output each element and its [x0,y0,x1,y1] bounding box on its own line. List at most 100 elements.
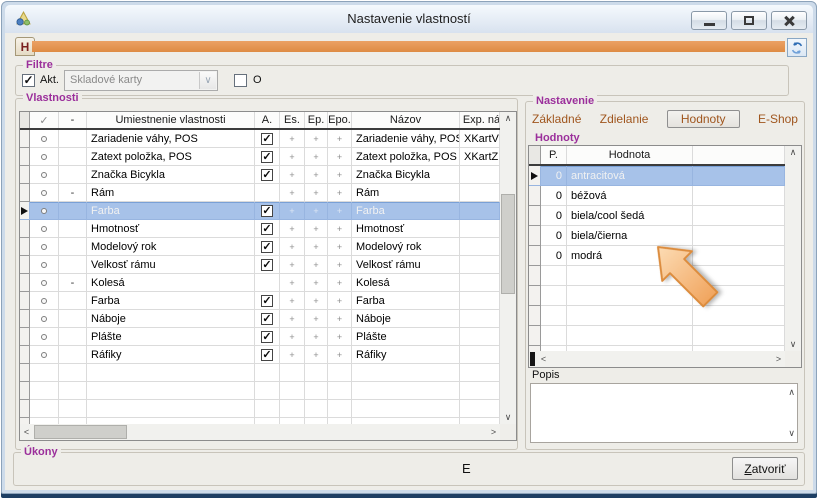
property-cell-dash: - [59,184,87,202]
empty-cell [59,400,87,418]
property-row[interactable]: Hmotnosť✓+++Hmotnosť [20,220,500,238]
active-checkbox[interactable]: ✓ [261,151,273,163]
tab-zdielanie[interactable]: Zdielanie [600,110,649,128]
active-checkbox[interactable]: ✓ [261,223,273,235]
property-cell-dash [59,346,87,364]
empty-cell [352,382,460,400]
property-row[interactable]: -Rám+++Rám [20,184,500,202]
scroll-down-icon[interactable]: ∨ [500,411,516,424]
flag-plus-icon: + [337,278,342,288]
combo-dropdown-button[interactable]: ∨ [199,72,216,89]
property-row[interactable]: -Kolesá+++Kolesá [20,274,500,292]
property-cell-dash [59,220,87,238]
active-checkbox[interactable]: ✓ [261,169,273,181]
empty-cell [20,382,30,400]
refresh-button[interactable] [787,38,807,57]
property-cell-sel [20,238,30,256]
column-header-placement[interactable]: Umiestnenie vlastnosti [87,112,255,128]
property-cell-name: Kolesá [352,274,460,292]
values-vscrollbar[interactable]: ∧ ∨ [785,146,801,351]
property-cell-ep: + [305,256,328,274]
flag-plus-icon: + [313,134,318,144]
filter-combo[interactable]: Skladové karty ∨ [64,70,218,91]
maximize-button[interactable] [731,11,767,30]
column-header-name[interactable]: Názov [352,112,460,128]
active-checkbox[interactable]: ✓ [261,241,273,253]
property-row[interactable]: Značka Bicykla✓+++Značka Bicykla [20,166,500,184]
active-checkbox[interactable]: ✓ [261,295,273,307]
values-hscroll-thumb[interactable] [530,352,535,366]
value-row[interactable]: 0béžová [529,186,785,206]
scroll-left-icon[interactable]: < [20,424,33,440]
scroll-up-icon[interactable]: ∧ [785,146,801,159]
flag-plus-icon: + [313,332,318,342]
property-cell-a: ✓ [255,292,280,310]
property-cell-epo: + [328,148,352,166]
value-row[interactable]: 0modrá [529,246,785,266]
column-header-p[interactable]: P. [541,146,567,164]
property-cell-a [255,184,280,202]
properties-hscrollbar[interactable]: < > [20,424,500,440]
scroll-left-icon[interactable]: < [537,351,550,367]
property-row[interactable]: Zatext položka, POS✓+++Zatext položka, P… [20,148,500,166]
property-row[interactable]: Farba✓+++Farba [20,292,500,310]
active-checkbox[interactable]: ✓ [261,313,273,325]
property-row[interactable]: Velkosť rámu✓+++Velkosť rámu [20,256,500,274]
property-row[interactable]: Plášte✓+++Plášte [20,328,500,346]
column-header-check[interactable]: ✓ [30,112,59,128]
tab-z-kladn-[interactable]: Základné [532,110,581,128]
scroll-right-icon[interactable]: > [772,351,785,367]
properties-vscrollbar[interactable]: ∧ ∨ [500,112,516,424]
o-checkbox[interactable] [234,74,247,87]
flag-plus-icon: + [337,224,342,234]
column-header-sel[interactable] [529,146,541,164]
scroll-up-icon[interactable]: ∧ [500,112,516,125]
properties-vscroll-thumb[interactable] [501,194,515,294]
column-header-dash[interactable]: - [59,112,87,128]
active-checkbox[interactable]: ✓ [261,259,273,271]
active-checkbox[interactable]: ✓ [261,205,273,217]
akt-checkbox[interactable]: ✓ [22,74,35,87]
property-cell-sel [20,220,30,238]
column-header-ep[interactable]: Ep. [305,112,328,128]
flag-plus-icon: + [313,242,318,252]
scroll-right-icon[interactable]: > [487,424,500,440]
empty-cell [59,382,87,400]
column-header-trail[interactable] [693,146,785,164]
description-textarea[interactable]: ∧ ∨ [530,383,798,443]
active-checkbox[interactable]: ✓ [261,331,273,343]
property-bullet-icon [41,262,47,268]
column-header-epo[interactable]: Epo. [328,112,352,128]
empty-cell [20,400,30,418]
values-hscrollbar[interactable]: < > [529,351,785,367]
minimize-button[interactable] [691,11,727,30]
value-cell-trail [693,186,785,206]
active-checkbox[interactable]: ✓ [261,133,273,145]
property-row[interactable]: Modelový rok✓+++Modelový rok [20,238,500,256]
tab-e-shop[interactable]: E-Shop [758,110,798,128]
scroll-up-icon[interactable]: ∧ [788,387,795,398]
active-checkbox[interactable]: ✓ [261,349,273,361]
column-header-exp[interactable]: Exp. ná [460,112,500,128]
property-row[interactable]: Farba✓+++Farba [20,202,500,220]
property-cell-dash: - [59,274,87,292]
value-row[interactable]: 0biela/čierna [529,226,785,246]
properties-hscroll-thumb[interactable] [34,425,127,439]
column-header-value[interactable]: Hodnota [567,146,693,164]
value-row[interactable]: 0biela/cool šedá [529,206,785,226]
empty-cell [328,400,352,418]
column-header-es[interactable]: Es. [280,112,305,128]
scroll-down-icon[interactable]: ∨ [788,428,795,439]
scroll-down-icon[interactable]: ∨ [785,338,801,351]
close-button[interactable] [771,11,807,30]
property-row[interactable]: Ráfiky✓+++Ráfiky [20,346,500,364]
value-row[interactable]: 0antracitová [529,166,785,186]
column-header-sel[interactable] [20,112,30,128]
column-header-a[interactable]: A. [255,112,280,128]
empty-cell [529,266,541,286]
tab-hodnoty[interactable]: Hodnoty [667,110,740,128]
empty-cell [567,286,693,306]
property-row[interactable]: Zariadenie váhy, POS✓+++Zariadenie váhy,… [20,130,500,148]
property-row[interactable]: Náboje✓+++Náboje [20,310,500,328]
close-dialog-button[interactable]: Zatvoriť [732,457,798,480]
